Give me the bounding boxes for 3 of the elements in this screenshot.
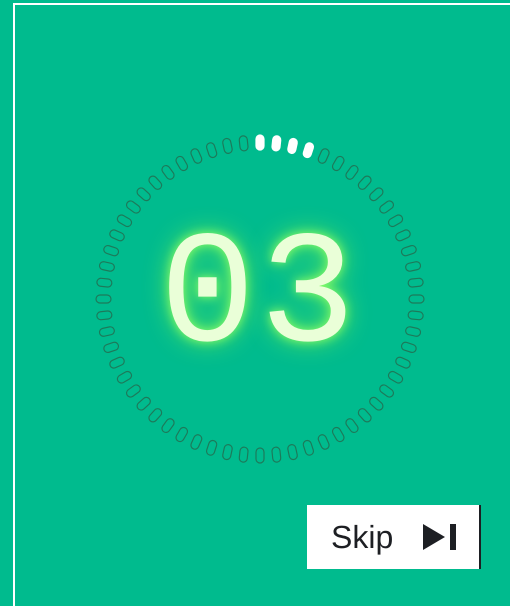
skip-next-icon [423,524,458,550]
countdown-digits: 03 [159,219,360,379]
skip-button[interactable]: Skip [307,505,481,569]
